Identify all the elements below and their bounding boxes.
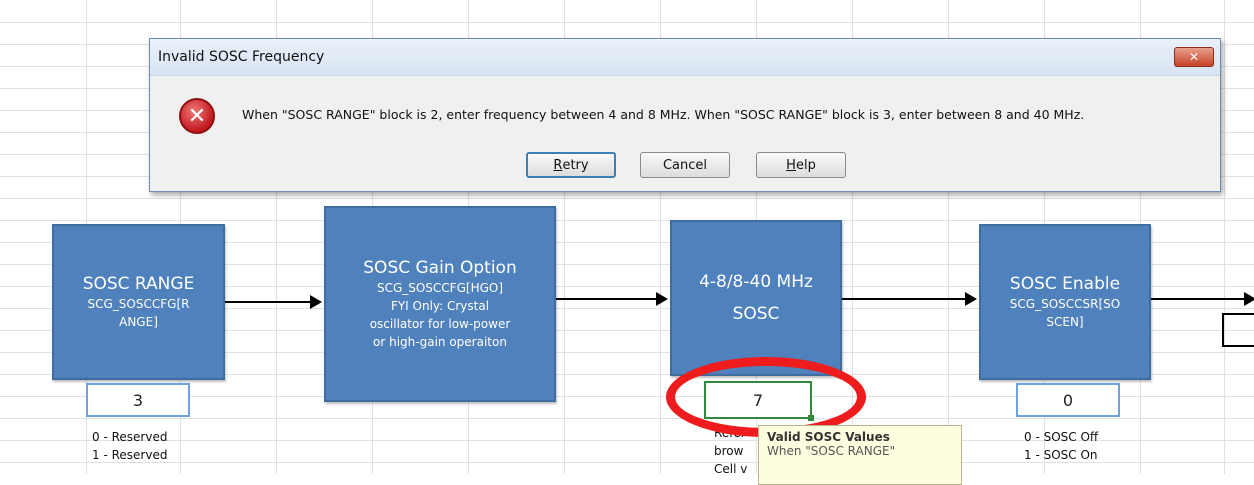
cancel-button[interactable]: Cancel — [640, 152, 730, 178]
block-line: ANGE] — [119, 315, 158, 329]
connector-arrow — [842, 292, 977, 306]
block-line: SCEN] — [1046, 315, 1084, 329]
block-line: oscillator for low-power — [369, 317, 511, 331]
error-icon: ✕ — [179, 98, 215, 134]
help-button[interactable]: Help — [756, 152, 846, 178]
tooltip-body: When "SOSC RANGE" — [767, 444, 896, 458]
tooltip-title: Valid SOSC Values — [767, 430, 890, 444]
sosc-enable-input[interactable]: 0 — [1016, 383, 1120, 417]
block-line: SCG_SOSCCFG[R — [87, 297, 190, 311]
retry-button[interactable]: Retry — [526, 152, 616, 178]
partial-block — [1222, 313, 1254, 347]
block-title-line2: SOSC — [732, 304, 780, 324]
block-title: SOSC Enable — [1009, 274, 1121, 294]
sosc-range-block: SOSC RANGE SCG_SOSCCFG[R ANGE] — [52, 224, 225, 380]
block-title: 4-8/8-40 MHz — [699, 272, 813, 292]
dialog-message: When "SOSC RANGE" block is 2, enter freq… — [242, 107, 1085, 122]
block-line: SCG_SOSCCSR[SO — [1009, 297, 1121, 311]
close-button[interactable]: ✕ — [1174, 47, 1214, 67]
connector-arrow — [225, 295, 322, 309]
connector-line — [1151, 292, 1254, 306]
connector-arrow — [556, 292, 668, 306]
validation-tooltip: Valid SOSC Values When "SOSC RANGE" — [758, 425, 962, 485]
block-line: or high-gain operaiton — [373, 335, 507, 349]
sosc-range-input[interactable]: 3 — [86, 383, 190, 417]
block-title: SOSC RANGE — [82, 274, 195, 294]
block-line: FYI Only: Crystal — [390, 299, 490, 313]
dialog-title: Invalid SOSC Frequency — [158, 49, 325, 65]
range-options-note: 0 - Reserved 1 - Reserved — [92, 430, 168, 462]
error-dialog: Invalid SOSC Frequency ✕ ✕ When "SOSC RA… — [149, 38, 1221, 192]
enable-options-note: 0 - SOSC Off 1 - SOSC On — [1024, 430, 1099, 462]
block-title: SOSC Gain Option — [363, 258, 517, 278]
sosc-enable-block: SOSC Enable SCG_SOSCCSR[SO SCEN] — [979, 224, 1151, 380]
block-line: SCG_SOSCCFG[HGO] — [376, 281, 504, 295]
dialog-titlebar[interactable]: Invalid SOSC Frequency ✕ — [150, 39, 1220, 76]
sosc-gain-option-block: SOSC Gain Option SCG_SOSCCFG[HGO] FYI On… — [324, 206, 556, 402]
close-icon: ✕ — [1188, 50, 1200, 64]
sosc-frequency-block: 4-8/8-40 MHz SOSC — [670, 220, 842, 376]
